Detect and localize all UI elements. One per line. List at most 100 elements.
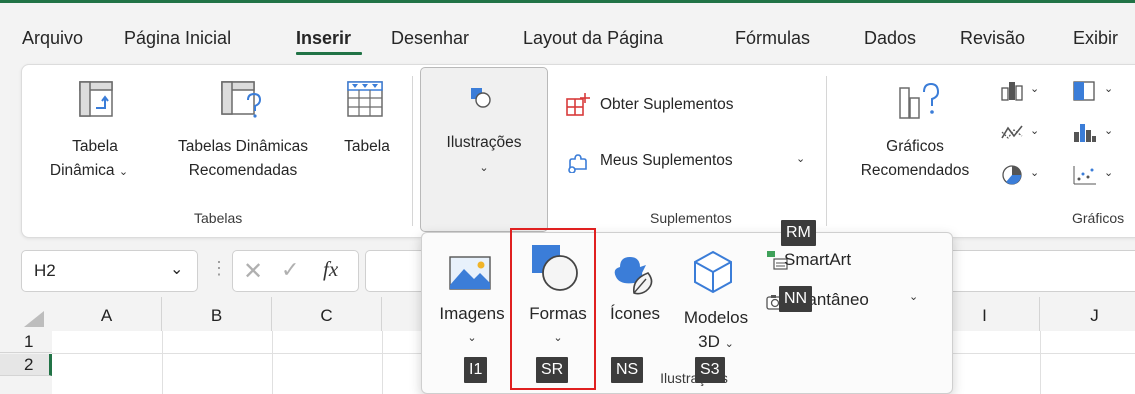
graficos-recomendados-button[interactable]: Gráficos Recomendados	[840, 80, 990, 200]
formula-input[interactable]	[365, 250, 422, 292]
more-options-icon[interactable]: ⋮	[210, 258, 228, 279]
hierarchy-chart-button[interactable]: ⌄	[1072, 80, 1132, 104]
chevron-down-icon[interactable]: ⌄	[170, 259, 183, 279]
grid-line	[272, 331, 273, 394]
tabelas-recomendadas-label-2: Recomendadas	[188, 162, 298, 179]
name-box[interactable]: H2 ⌄	[21, 250, 198, 292]
meus-suplementos-button[interactable]: Meus Suplementos ⌄	[566, 148, 806, 174]
tabela-button[interactable]: Tabela	[332, 80, 402, 200]
scatter-chart-button[interactable]: ⌄	[1072, 164, 1132, 188]
chevron-down-icon: ⌄	[1030, 167, 1040, 179]
column-header-j[interactable]: J	[1040, 297, 1135, 331]
group-label-graficos: Gráficos	[1072, 210, 1125, 226]
pie-chart-icon	[1002, 165, 1022, 185]
imagens-label: Imagens	[439, 304, 505, 323]
tab-pagina-inicial[interactable]: Página Inicial	[124, 28, 231, 49]
chevron-down-icon: ⌄	[1030, 125, 1040, 137]
keytip-modelos-3d: S3	[695, 357, 725, 383]
chevron-down-icon: ⌄	[1104, 167, 1114, 179]
icons-icon	[614, 257, 653, 295]
shapes-icon	[471, 88, 491, 108]
table-icon	[347, 81, 383, 117]
smartart-label: SmartArt	[784, 250, 852, 269]
tabelas-recomendadas-label-1: Tabelas Dinâmicas	[177, 138, 309, 155]
keytip-instantaneo: NN	[779, 286, 813, 312]
row-header-2[interactable]: 2	[0, 354, 52, 376]
chevron-down-icon: ⌄	[796, 153, 806, 165]
modelos-3d-label-2: 3D ⌄	[698, 332, 734, 351]
group-separator	[826, 76, 827, 226]
tab-revisao[interactable]: Revisão	[960, 28, 1025, 49]
obter-suplementos-label: Obter Suplementos	[600, 96, 734, 113]
cancel-icon[interactable]: ✕	[243, 257, 263, 286]
graficos-recomendados-label-2: Recomendados	[860, 162, 970, 179]
tabela-label: Tabela	[344, 138, 390, 155]
my-addins-icon	[568, 154, 587, 173]
modelos-3d-label-1: Modelos	[683, 308, 749, 327]
tab-inserir[interactable]: Inserir	[296, 28, 351, 49]
tabela-dinamica-label-2: Dinâmica ⌄	[49, 162, 129, 179]
group-label-tabelas: Tabelas	[194, 210, 243, 226]
column-header-b[interactable]: B	[162, 297, 272, 331]
chevron-down-icon: ⌄	[118, 166, 129, 178]
smartart-button[interactable]: SmartArt	[766, 247, 886, 273]
line-chart-icon	[1001, 125, 1023, 139]
chevron-down-icon: ⌄	[479, 162, 489, 174]
column-header-a[interactable]: A	[52, 297, 162, 331]
histogram-icon	[1074, 124, 1096, 142]
column-chart-button[interactable]: ⌄	[1000, 80, 1040, 104]
scatter-chart-icon	[1073, 166, 1096, 185]
obter-suplementos-button[interactable]: Obter Suplementos	[566, 92, 786, 118]
keytip-imagens: I1	[464, 357, 488, 383]
tab-formulas[interactable]: Fórmulas	[735, 28, 810, 49]
group-label-suplementos: Suplementos	[650, 210, 732, 226]
tab-exibir[interactable]: Exibir	[1073, 28, 1118, 49]
pictures-icon	[449, 256, 491, 290]
get-addins-icon	[566, 93, 590, 116]
tabela-dinamica-label-1: Tabela	[72, 138, 118, 155]
row-header-1[interactable]: 1	[0, 331, 52, 353]
chevron-down-icon: ⌄	[467, 332, 477, 344]
formula-controls: ✕ ✓ fx	[232, 250, 359, 292]
icones-button[interactable]: Ícones	[602, 247, 672, 357]
recommended-pivot-icon	[221, 81, 262, 118]
tab-layout-da-pagina[interactable]: Layout da Página	[523, 28, 663, 49]
pie-chart-button[interactable]: ⌄	[1000, 164, 1040, 188]
ilustracoes-dropdown: Imagens ⌄ Formas ⌄ Ícones Modelos 3D ⌄ S…	[421, 232, 953, 394]
chevron-down-icon: ⌄	[1104, 83, 1114, 95]
group-label-ilustracoes: Ilustrações	[660, 370, 728, 386]
chevron-down-icon: ⌄	[724, 338, 734, 350]
recommended-charts-icon	[899, 82, 940, 119]
tabela-dinamica-button[interactable]: Tabela Dinâmica ⌄	[50, 80, 140, 200]
graficos-recomendados-label-1: Gráficos	[886, 138, 944, 155]
pivot-table-icon	[79, 81, 113, 117]
3d-model-icon	[694, 250, 732, 294]
statistic-chart-button[interactable]: ⌄	[1072, 122, 1132, 146]
ilustracoes-button[interactable]: Ilustrações ⌄	[420, 67, 548, 232]
column-header-c[interactable]: C	[272, 297, 382, 331]
line-chart-button[interactable]: ⌄	[1000, 122, 1040, 146]
column-chart-icon	[1001, 82, 1023, 101]
highlight-formas	[510, 228, 596, 390]
grid-line	[382, 331, 383, 394]
enter-check-icon[interactable]: ✓	[281, 257, 299, 283]
modelos-3d-button[interactable]: Modelos 3D ⌄	[674, 247, 758, 357]
insert-function-icon[interactable]: fx	[323, 257, 338, 282]
meus-suplementos-label: Meus Suplementos	[600, 152, 733, 169]
chevron-down-icon: ⌄	[1104, 125, 1114, 137]
menu-tabs: Arquivo Página Inicial Inserir Desenhar …	[0, 20, 1135, 60]
tabelas-dinamicas-recomendadas-button[interactable]: Tabelas Dinâmicas Recomendadas	[158, 80, 328, 200]
chevron-down-icon: ⌄	[1030, 83, 1040, 95]
tab-arquivo[interactable]: Arquivo	[22, 28, 83, 49]
imagens-button[interactable]: Imagens ⌄	[432, 247, 512, 357]
title-accent-line	[0, 0, 1135, 3]
chevron-down-icon: ⌄	[909, 291, 919, 303]
hierarchy-chart-icon	[1073, 81, 1095, 101]
grid-line	[1040, 331, 1041, 394]
tab-dados[interactable]: Dados	[864, 28, 916, 49]
tab-desenhar[interactable]: Desenhar	[391, 28, 469, 49]
formula-input-right[interactable]	[952, 250, 1135, 292]
select-all-icon[interactable]	[20, 309, 46, 329]
ilustracoes-label: Ilustrações	[446, 134, 522, 151]
icones-label: Ícones	[609, 304, 661, 323]
